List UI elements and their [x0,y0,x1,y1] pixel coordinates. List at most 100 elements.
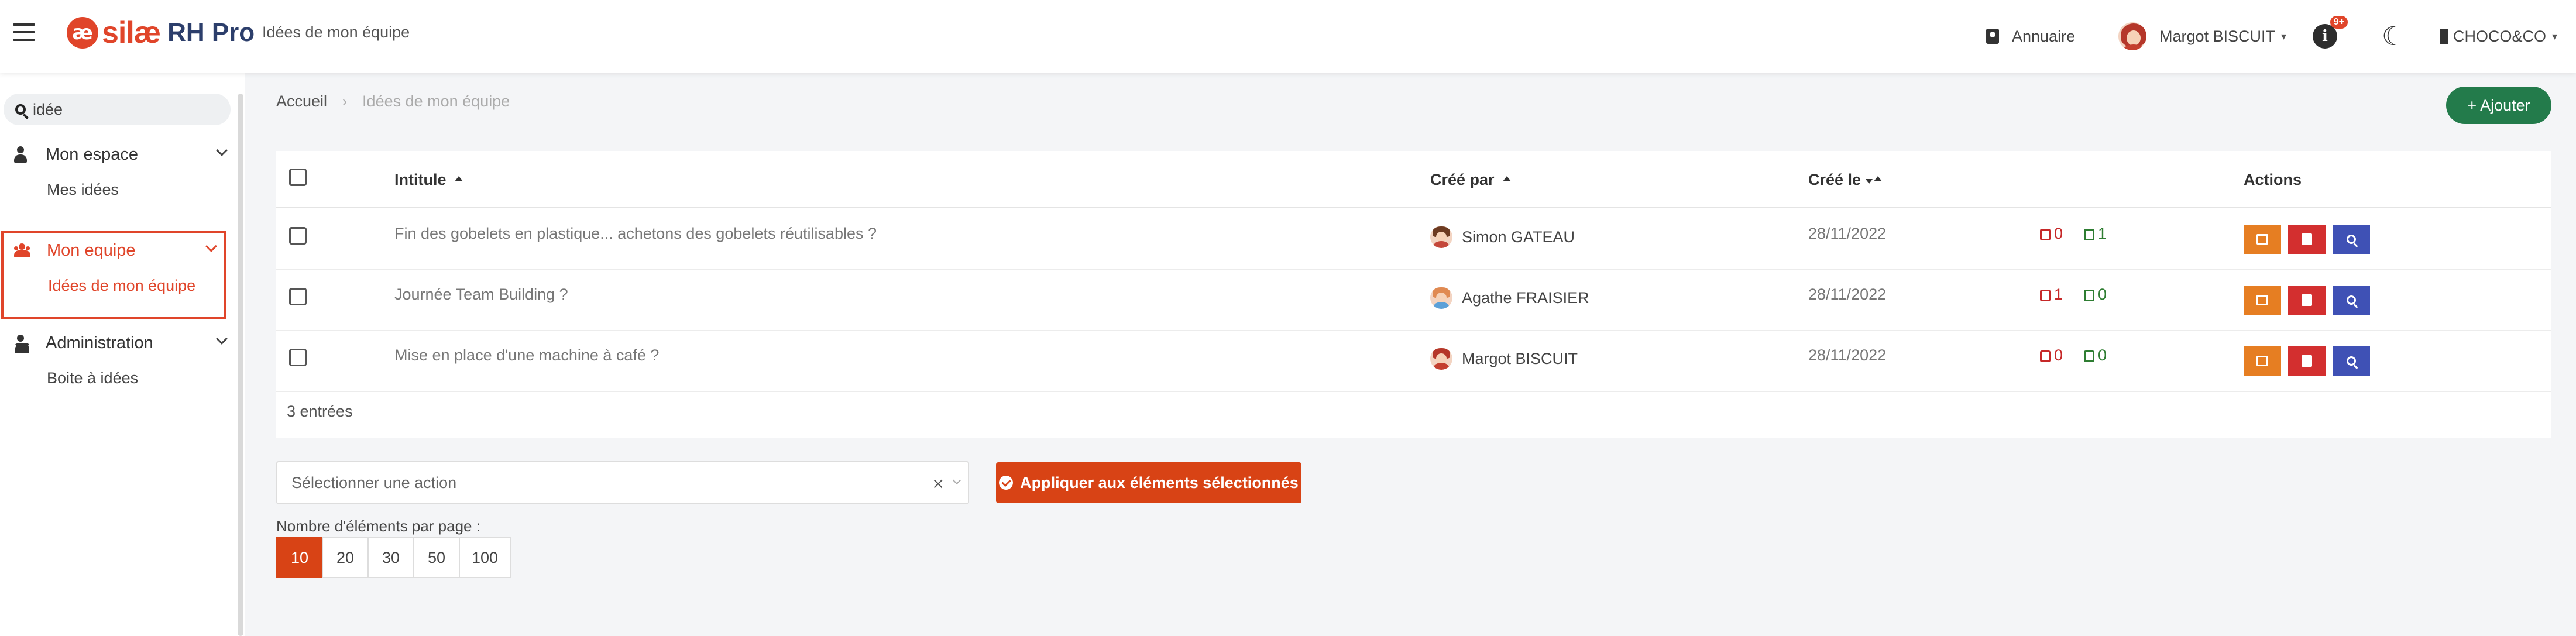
sidebar-item-idees-equipe[interactable]: Idées de mon équipe [4,268,224,303]
logo[interactable]: æ silæ RH Pro [67,15,255,50]
thumbs-up-icon [2084,290,2095,301]
page-size-100[interactable]: 100 [459,537,511,578]
nav-group-mon-equipe: Mon equipe Idées de mon équipe [1,231,226,319]
edit-button[interactable] [2244,286,2281,315]
select-all-checkbox[interactable] [289,169,307,186]
contact-book-icon [1986,29,1999,44]
view-button[interactable] [2333,225,2370,254]
per-page-selector: 10 20 30 50 100 [276,537,511,578]
apply-label: Appliquer aux éléments sélectionnés [1020,473,1299,491]
user-avatar [2117,21,2148,51]
chevron-down-icon [216,145,228,156]
page-size-10[interactable]: 10 [276,537,323,578]
add-button[interactable]: + Ajouter [2446,87,2551,124]
chevron-down-icon: ▾ [2281,30,2287,42]
logo-mark: æ [67,17,98,49]
sidebar-item-boite-idees[interactable]: Boite à idées [0,360,234,396]
row-checkbox[interactable] [289,288,307,305]
delete-button[interactable] [2288,346,2326,376]
dislike-count[interactable]: 0 [2040,225,2063,243]
company-selector[interactable]: CHOCO&CO ▾ [2440,0,2557,73]
edit-button[interactable] [2244,346,2281,376]
info-icon: i 9+ [2313,16,2348,49]
trash-icon [2302,294,2312,306]
page-title: Idées de mon équipe [262,23,410,41]
trash-icon [2302,233,2312,245]
trash-icon [2302,355,2312,367]
directory-label: Annuaire [2012,27,2076,45]
like-value: 1 [2098,225,2107,242]
like-count[interactable]: 0 [2084,346,2107,365]
directory-link[interactable]: Annuaire [1986,0,2075,73]
search-icon [15,104,26,115]
table-row: Journée Team Building ? Agathe FRAISIER … [276,270,2551,331]
dislike-count[interactable]: 0 [2040,346,2063,365]
logo-name: silæ [102,16,161,50]
thumbs-up-icon [2084,350,2095,362]
like-count[interactable]: 0 [2084,286,2107,304]
search-icon [2347,356,2356,366]
author-name: Agathe FRAISIER [1462,288,1589,307]
idea-date: 28/11/2022 [1808,346,1887,364]
column-header-title[interactable]: Intitule [394,171,463,189]
sort-up-icon [454,176,463,181]
moon-icon[interactable]: ☾ [2382,0,2405,73]
bulk-action-placeholder: Sélectionner une action [291,473,457,491]
bulk-action-select[interactable]: Sélectionner une action × [276,461,969,504]
sidebar-scrollbar[interactable] [238,94,243,636]
breadcrumb-home[interactable]: Accueil [276,92,327,111]
column-header-created-on[interactable]: Créé le [1808,171,1883,189]
idea-title[interactable]: Fin des gobelets en plastique... acheton… [394,225,877,243]
column-title-label: Intitule [394,171,446,188]
like-value: 0 [2098,346,2107,364]
page-size-30[interactable]: 30 [367,537,414,578]
user-menu[interactable]: Margot BISCUIT ▾ [2117,0,2286,73]
notifications-badge: 9+ [2330,16,2348,29]
idea-author: Margot BISCUIT [1430,348,1578,370]
idea-author: Agathe FRAISIER [1430,287,1589,309]
sidebar-item-mes-idees[interactable]: Mes idées [0,172,234,207]
sort-up-icon [1874,176,1883,181]
page-size-50[interactable]: 50 [413,537,460,578]
notifications-button[interactable]: i 9+ [2313,0,2348,73]
like-count[interactable]: 1 [2084,225,2107,243]
view-button[interactable] [2333,286,2370,315]
author-name: Margot BISCUIT [1462,349,1578,367]
idea-votes: 1 0 [2040,286,2107,304]
idea-author: Simon GATEAU [1430,226,1575,248]
sort-down-icon [1866,179,1873,184]
entries-count: 3 entrées [287,403,353,420]
author-name: Simon GATEAU [1462,228,1575,246]
view-button[interactable] [2333,346,2370,376]
dislike-count[interactable]: 1 [2040,286,2063,304]
row-checkbox[interactable] [289,227,307,245]
author-avatar [1430,226,1452,248]
edit-button[interactable] [2244,225,2281,254]
search-input[interactable] [33,100,220,119]
delete-button[interactable] [2288,286,2326,315]
check-circle-icon [999,476,1014,490]
nav-head-mon-equipe[interactable]: Mon equipe [4,233,224,268]
table-header: Intitule Créé par Créé le Actions [276,151,2551,208]
sidebar-search[interactable] [4,94,231,125]
chevron-down-icon [952,476,961,485]
edit-icon [2256,234,2268,245]
idea-title[interactable]: Journée Team Building ? [394,286,568,304]
nav-head-mon-espace[interactable]: Mon espace [0,137,234,172]
breadcrumb-separator: › [342,93,348,109]
dislike-value: 0 [2054,225,2063,242]
row-checkbox[interactable] [289,349,307,366]
idea-title[interactable]: Mise en place d'une machine à café ? [394,346,659,365]
page-size-20[interactable]: 20 [322,537,369,578]
column-header-created-by[interactable]: Créé par [1430,171,1511,189]
dislike-value: 1 [2054,286,2063,303]
row-actions [2244,225,2377,254]
nav-head-administration[interactable]: Administration [0,325,234,360]
menu-icon[interactable] [13,23,35,42]
search-icon [2347,295,2356,305]
clear-icon[interactable]: × [932,475,944,493]
breadcrumb: Accueil › Idées de mon équipe [276,92,510,111]
delete-button[interactable] [2288,225,2326,254]
apply-selected-button[interactable]: Appliquer aux éléments sélectionnés [996,462,1301,503]
ideas-table: Intitule Créé par Créé le Actions Fin de… [276,151,2551,438]
